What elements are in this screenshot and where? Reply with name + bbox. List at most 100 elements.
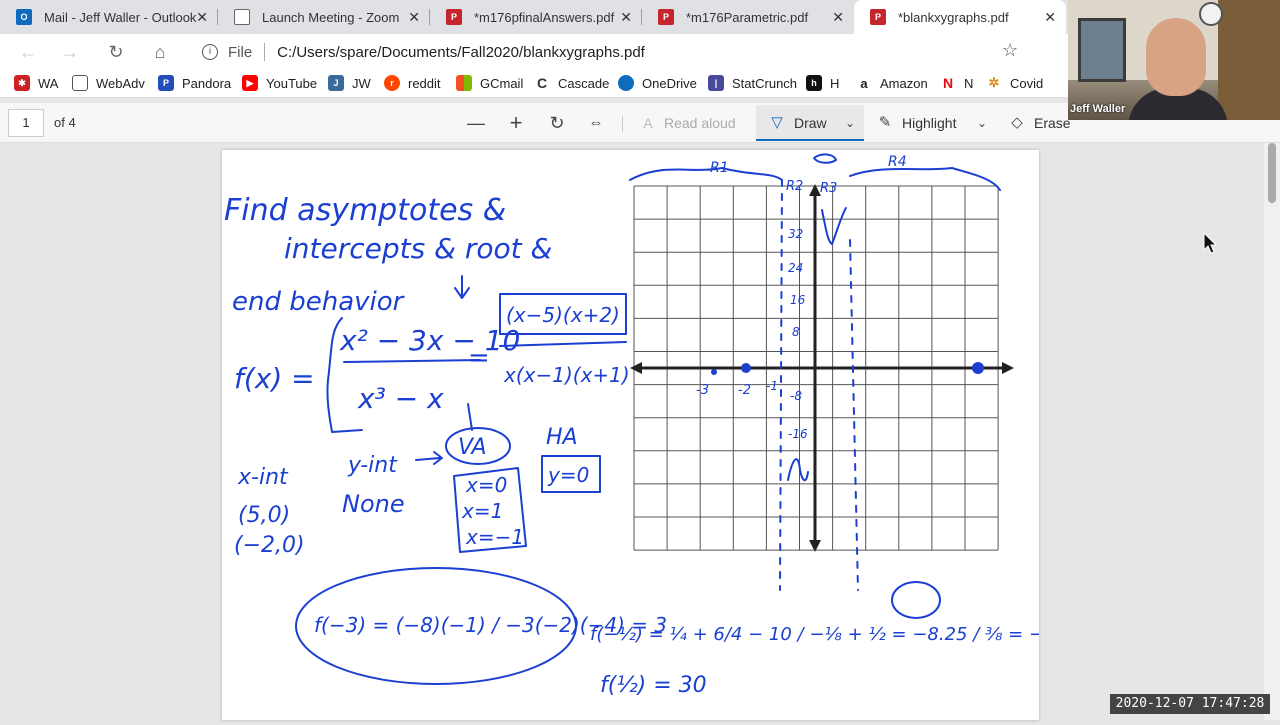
tab-outlook[interactable]: O Mail - Jeff Waller - Outlook ✕: [0, 0, 218, 34]
va-value-3: x=−1: [465, 525, 524, 549]
xtick-neg3: -3: [696, 383, 709, 398]
bookmark-label: H: [830, 75, 840, 91]
xint-label: x-int: [237, 465, 289, 490]
prompt-line-2: intercepts & root &: [284, 232, 552, 265]
va-value-1: x=0: [465, 473, 507, 497]
bookmark-label: Covid: [1010, 75, 1044, 91]
pdf-page[interactable]: R1 R2 R3 R4 32 24 16 8 -8 -16 -3 -2 -1 F…: [222, 150, 1067, 720]
close-icon[interactable]: ✕: [1044, 9, 1056, 26]
region-label-r3: R3: [820, 181, 837, 196]
bookmark-amazon[interactable]: a Amazon: [856, 75, 928, 91]
omnibox[interactable]: i File C:/Users/spare/Documents/Fall2020…: [190, 38, 1030, 66]
eraser-icon: ◇: [1011, 114, 1023, 131]
bookmark-label: reddit: [408, 75, 441, 91]
read-aloud-icon[interactable]: A: [638, 111, 658, 135]
chart-icon: |: [708, 75, 724, 91]
wa-icon: ✱: [14, 75, 30, 91]
bookmark-label: JW: [352, 75, 371, 91]
arrow-down-icon: [454, 275, 470, 299]
bookmark-label: N: [964, 75, 974, 91]
zoom-out-icon[interactable]: —: [466, 111, 486, 135]
highlight-button[interactable]: Highlight: [902, 115, 956, 131]
xint-value-2: (−2,0): [234, 533, 305, 558]
rotate-icon[interactable]: ↻: [546, 111, 568, 135]
vertical-scrollbar[interactable]: [1264, 143, 1280, 720]
recording-timestamp: 2020-12-07 17:47:28: [1110, 694, 1270, 714]
chevron-down-icon[interactable]: ⌄: [974, 111, 990, 135]
x-axis-arrow-left: [630, 362, 642, 374]
fx-label: f(x) =: [234, 362, 315, 395]
draw-pen-icon: ▽: [771, 114, 783, 131]
bookmark-jw[interactable]: J JW: [328, 75, 371, 91]
xint-value-1: (5,0): [238, 503, 290, 528]
tab-pfinal[interactable]: P *m176pfinalAnswers.pdf ✕: [430, 0, 642, 34]
info-icon[interactable]: i: [202, 44, 218, 60]
amazon-icon: a: [856, 75, 872, 91]
xtick-neg1: -1: [766, 379, 778, 393]
tab-label: *m176pfinalAnswers.pdf: [474, 9, 615, 25]
tab-blankxygraphs[interactable]: P *blankxygraphs.pdf ✕: [854, 0, 1066, 34]
microsoft-icon: [456, 75, 472, 91]
tab-label: *blankxygraphs.pdf: [898, 9, 1009, 25]
netflix-icon: N: [940, 75, 956, 91]
x-axis-arrow-right: [1002, 362, 1014, 374]
back-button[interactable]: ←: [16, 40, 40, 64]
webcam-video: Jeff Waller: [1068, 0, 1280, 120]
x-intercept-point-neg2: [741, 363, 751, 373]
refresh-button[interactable]: ↻: [104, 40, 128, 64]
close-icon[interactable]: ✕: [832, 9, 844, 26]
prompt-line-3: end behavior: [232, 287, 406, 317]
bookmark-label: Amazon: [880, 75, 928, 91]
fit-width-icon[interactable]: ⇔: [585, 111, 607, 135]
region-label-r2: R2: [786, 179, 803, 194]
draw-label: Draw: [794, 115, 827, 131]
bookmark-youtube[interactable]: ▶ YouTube: [242, 75, 317, 91]
bookmark-wa[interactable]: ✱ WA: [14, 75, 58, 91]
pdf-icon: P: [658, 9, 674, 25]
close-icon[interactable]: ✕: [196, 9, 208, 26]
page-number-input[interactable]: 1: [8, 109, 44, 137]
star-icon[interactable]: ☆: [1002, 40, 1018, 61]
curve-region-2: [787, 458, 809, 482]
reddit-icon: r: [384, 75, 400, 91]
denominator-text: x³ − x: [357, 382, 444, 415]
bookmark-cascade[interactable]: C Cascade: [534, 75, 609, 91]
home-button[interactable]: ⌂: [148, 40, 172, 64]
ytick-8: 8: [792, 325, 800, 339]
bookmark-n[interactable]: NN: [940, 75, 973, 91]
zoom-in-icon[interactable]: +: [506, 111, 526, 135]
scrollbar-thumb[interactable]: [1268, 143, 1276, 203]
ytick-32: 32: [788, 227, 803, 241]
annotation-canvas[interactable]: R1 R2 R3 R4 32 24 16 8 -8 -16 -3 -2 -1 F…: [222, 150, 1067, 720]
bookmark-label: Pandora: [182, 75, 232, 91]
chevron-down-icon[interactable]: ⌄: [842, 111, 858, 135]
bookmark-gcmail[interactable]: GCmail: [456, 75, 523, 91]
cascade-icon: C: [534, 75, 550, 91]
bookmark-webadv[interactable]: WebAdv: [72, 75, 145, 91]
tab-zoom[interactable]: Launch Meeting - Zoom ✕: [218, 0, 430, 34]
toolbar-separator: [622, 116, 623, 132]
tab-parametric[interactable]: P *m176Parametric.pdf ✕: [642, 0, 854, 34]
close-icon[interactable]: ✕: [620, 9, 632, 26]
bookmark-h[interactable]: hH: [806, 75, 839, 91]
arrow-to-va: [467, 403, 473, 431]
factored-numerator: (x−5)(x+2): [506, 303, 620, 327]
page-icon: [234, 9, 250, 25]
bookmark-label: YouTube: [266, 75, 318, 91]
close-icon[interactable]: ✕: [408, 9, 420, 26]
bookmark-onedrive[interactable]: OneDrive: [618, 75, 697, 91]
forward-button[interactable]: →: [58, 40, 82, 64]
bookmark-pandora[interactable]: P Pandora: [158, 75, 231, 91]
read-aloud-button[interactable]: Read aloud: [664, 115, 736, 131]
bookmark-statcrunch[interactable]: | StatCrunch: [708, 75, 797, 91]
asymptote-x-1: [849, 239, 859, 591]
bookmark-covid[interactable]: ✲ Covid: [986, 75, 1043, 91]
erase-button[interactable]: Erase: [1034, 115, 1071, 131]
bookmark-label: WebAdv: [96, 75, 145, 91]
bookmark-reddit[interactable]: r reddit: [384, 75, 441, 91]
omnibox-separator: [264, 43, 266, 61]
url-text[interactable]: C:/Users/spare/Documents/Fall2020/blankx…: [277, 44, 645, 61]
bookmark-label: GCmail: [480, 75, 524, 91]
numerator-text: x² − 3x − 10: [339, 324, 520, 357]
region-label-r4: R4: [888, 154, 907, 170]
